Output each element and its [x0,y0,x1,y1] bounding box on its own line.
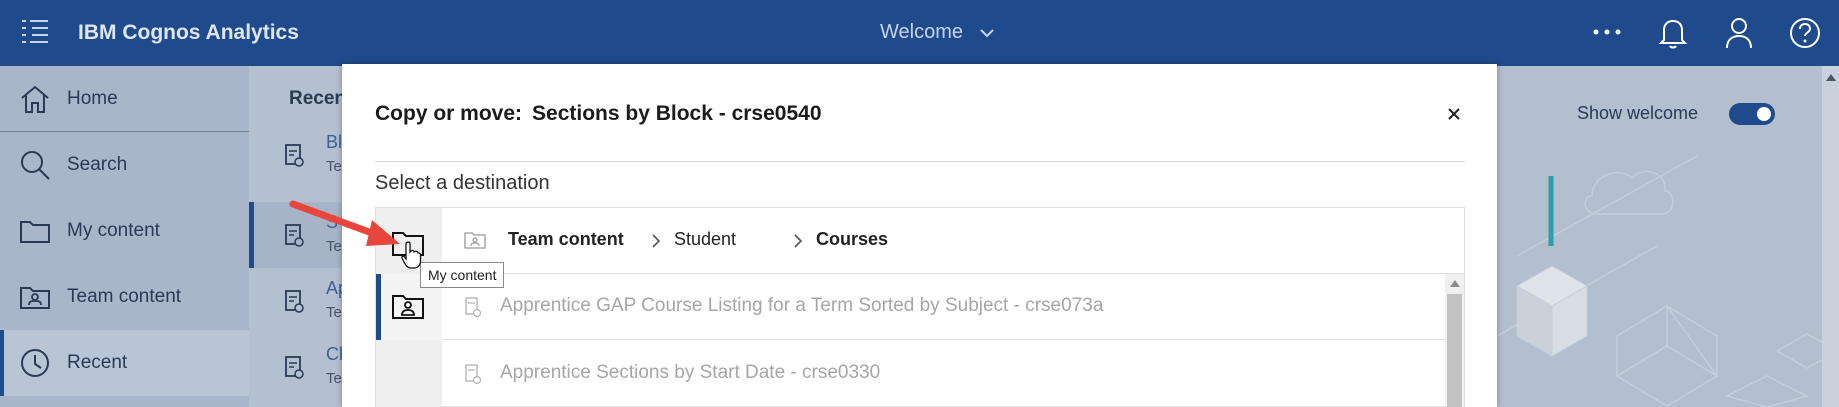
destination-picker: Team content Student Courses Apprentice … [375,207,1465,407]
clock-icon [21,349,49,377]
list-item-title[interactable]: Bl [326,132,342,153]
scrollbar-thumb[interactable] [1447,294,1462,407]
show-welcome-label: Show welcome [1577,103,1699,123]
top-bar: IBM Cognos Analytics Welcome [0,0,1839,66]
sidebar-item-home[interactable]: Home [0,66,249,132]
search-icon [21,151,50,180]
list-item-label: Apprentice GAP Course Listing for a Term… [500,295,1104,316]
menu-icon[interactable] [18,16,52,50]
list-item-title[interactable]: Cl [326,344,343,365]
report-icon [285,144,304,167]
toggle-knob [1757,107,1771,121]
sidebar-item-label: Home [67,88,118,109]
sidebar-item-my-content[interactable]: My content [0,198,249,264]
show-welcome-toggle[interactable] [1729,103,1775,125]
dialog-title: Copy or move: Sections by Block - crse054… [375,102,822,126]
team-folder-icon [20,287,50,309]
divider [375,161,1465,162]
list-scrollbar[interactable] [1445,274,1464,407]
list-item-label: Apprentice Sections by Start Date - crse… [500,362,881,383]
report-icon [465,297,482,318]
recent-header: Recen [289,88,347,109]
report-icon [285,290,304,313]
sidebar-item-label: Recent [67,352,128,373]
report-icon [465,364,482,385]
team-folder-icon [464,232,486,249]
list-item[interactable]: Apprentice GAP Course Listing for a Term… [442,274,1445,340]
tooltip: My content [420,262,505,288]
chevron-down-icon[interactable] [978,24,996,42]
sidebar-item-label: Team content [67,286,182,307]
destination-label: Select a destination [375,172,550,194]
breadcrumb-student[interactable]: Student [674,229,736,250]
sidebar-item-label: Search [67,154,128,175]
dialog-title-prefix: Copy or move: [375,102,523,125]
sidebar-item-search[interactable]: Search [0,132,249,198]
breadcrumb-team-content[interactable]: Team content [508,229,624,250]
scroll-up-icon[interactable] [1450,280,1460,287]
chevron-right-icon [794,234,803,248]
welcome-illustration [1497,155,1839,407]
sidebar-item-team-content[interactable]: Team content [0,264,249,330]
bell-icon[interactable] [1658,16,1688,50]
welcome-panel: Show welcome [1497,66,1839,407]
annotation-arrow-icon [289,200,400,246]
sidebar-item-recent[interactable]: Recent [0,330,249,396]
welcome-dropdown[interactable]: Welcome [880,21,963,44]
page-scrollbar[interactable] [1822,66,1839,407]
dialog-title-name: Sections by Block - crse0540 [532,102,822,125]
close-icon[interactable] [1444,104,1464,124]
app-title: IBM Cognos Analytics [78,21,299,44]
sidebar-item-label: My content [67,220,160,241]
user-icon[interactable] [1724,16,1754,50]
scroll-up-icon[interactable] [1826,74,1836,81]
help-icon[interactable] [1788,16,1822,50]
list-item[interactable]: Apprentice Sections by Start Date - crse… [442,341,1445,407]
list-item-subtitle: Te [326,370,342,387]
breadcrumb: Team content Student Courses [442,208,1464,274]
breadcrumb-courses: Courses [816,229,889,249]
more-icon[interactable] [1590,22,1624,42]
team-folder-icon [392,295,424,319]
list-item-subtitle: Te [326,158,342,175]
chevron-right-icon [652,234,661,248]
folder-icon [20,221,50,243]
home-icon [21,85,49,113]
copy-move-dialog: Copy or move: Sections by Block - crse054… [342,64,1497,407]
report-icon [285,356,304,379]
sidebar: Home Search My content Team content Rece… [0,66,249,407]
list-item-subtitle: Te [326,304,342,321]
